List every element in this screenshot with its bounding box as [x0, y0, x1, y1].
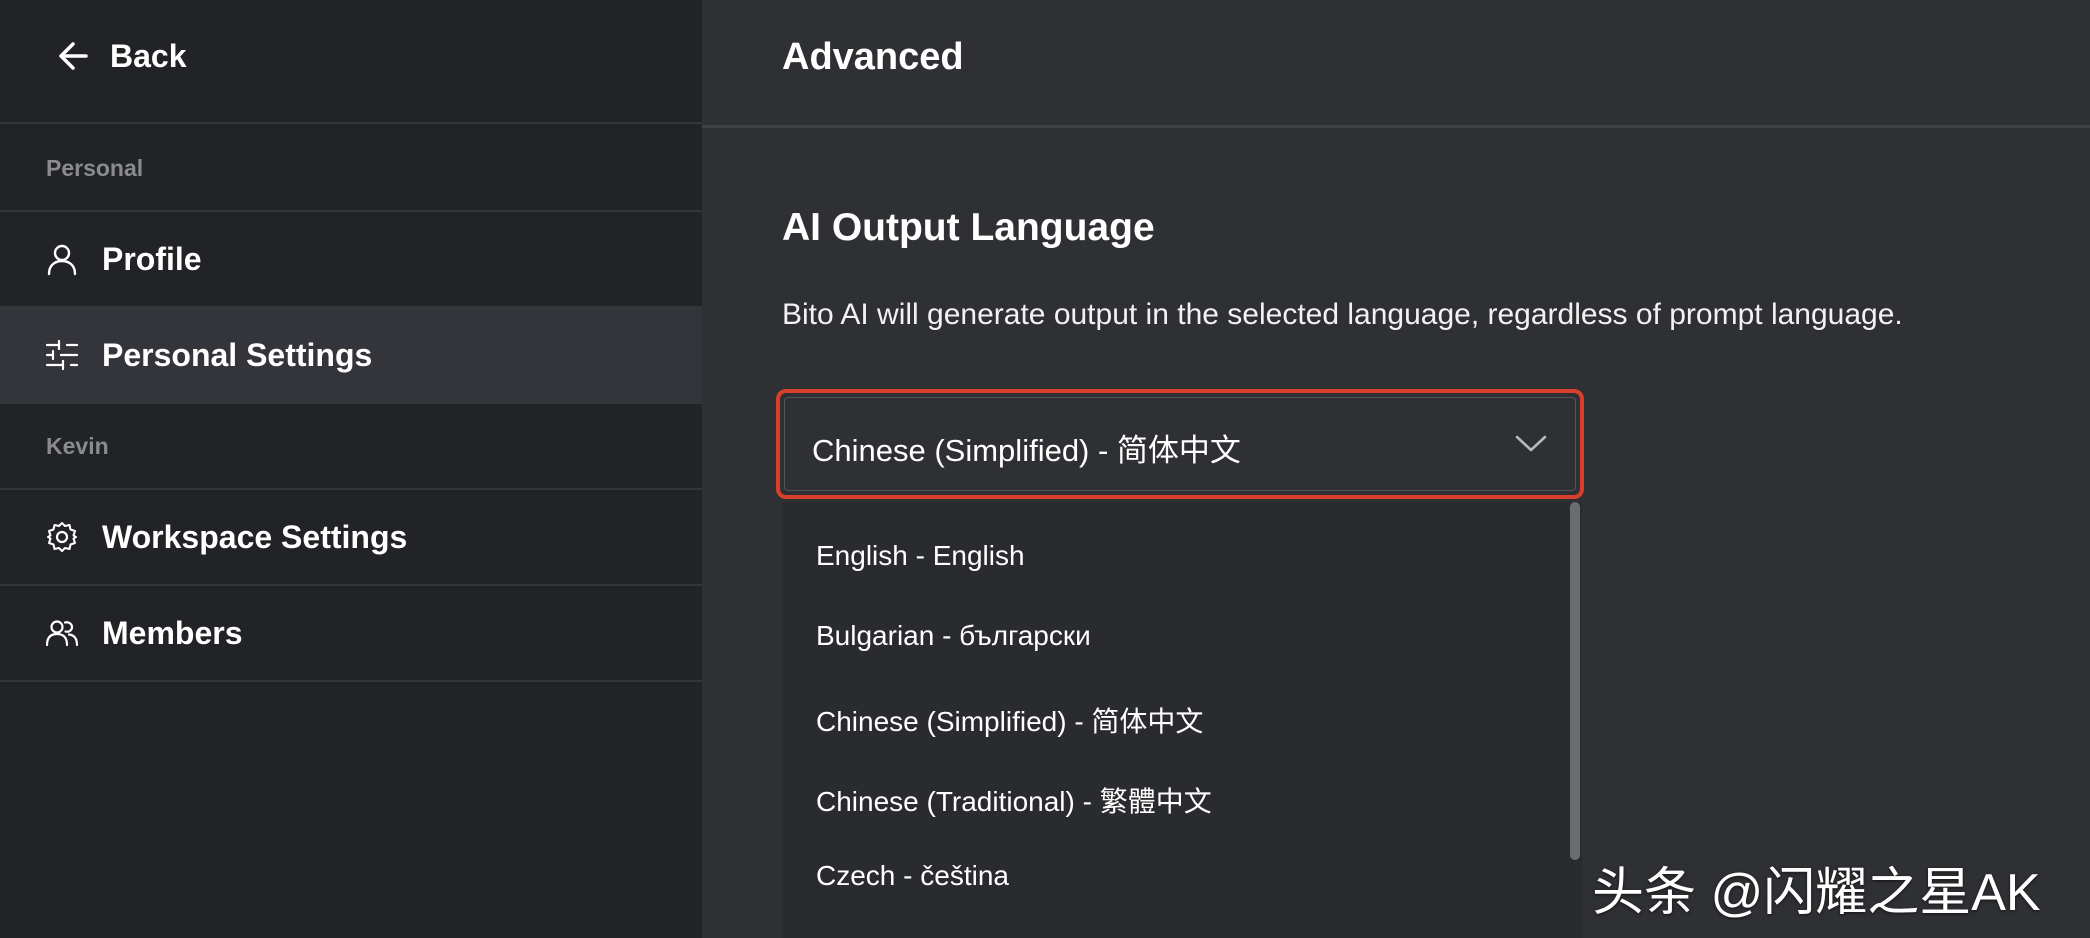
sidebar-item-workspace-settings[interactable]: Workspace Settings	[0, 490, 702, 584]
arrow-left-icon	[56, 38, 92, 74]
back-row: Back	[0, 0, 702, 124]
user-icon	[44, 241, 80, 277]
selected-language: Chinese (Simplified) - 简体中文	[812, 433, 1241, 468]
gear-icon	[44, 519, 80, 555]
language-option[interactable]: Bulgarian - български	[816, 620, 1091, 652]
section-description: Bito AI will generate output in the sele…	[782, 298, 1903, 331]
sidebar-item-label: Workspace Settings	[102, 518, 408, 555]
section-label-personal: Personal	[46, 155, 144, 181]
watermark: 头条 @闪耀之星AK	[1592, 864, 2041, 922]
users-icon	[44, 615, 80, 651]
language-option[interactable]: Chinese (Simplified) - 简体中文	[816, 700, 1203, 740]
sliders-icon	[44, 337, 80, 373]
settings-app: Back Personal Profile Personal Settings …	[0, 0, 2090, 938]
dropdown-scrollbar[interactable]	[1568, 502, 1582, 938]
section-title: AI Output Language	[782, 206, 1155, 249]
back-label: Back	[110, 37, 187, 74]
back-button[interactable]: Back	[56, 28, 187, 84]
language-option[interactable]: Czech - čeština	[816, 860, 1009, 892]
language-option[interactable]: Chinese (Traditional) - 繁體中文	[816, 780, 1212, 820]
language-option[interactable]: English - English	[816, 540, 1025, 572]
chevron-down-icon	[1514, 431, 1548, 460]
scrollbar-thumb[interactable]	[1570, 502, 1580, 860]
sidebar-item-members[interactable]: Members	[0, 586, 702, 680]
sidebar: Back Personal Profile Personal Settings …	[0, 0, 702, 938]
sidebar-item-label: Personal Settings	[102, 336, 373, 373]
sidebar-item-label: Members	[102, 614, 243, 651]
divider	[0, 680, 702, 682]
sidebar-item-personal-settings[interactable]: Personal Settings	[0, 306, 702, 404]
page-title: Advanced	[782, 36, 964, 78]
page-header: Advanced	[702, 0, 2090, 128]
section-label-kevin: Kevin	[46, 433, 109, 459]
sidebar-item-profile[interactable]: Profile	[0, 212, 702, 306]
main-content: Advanced AI Output Language Bito AI will…	[702, 0, 2090, 938]
sidebar-item-label: Profile	[102, 240, 202, 277]
language-dropdown[interactable]: English - English Bulgarian - български …	[782, 502, 1582, 938]
language-select[interactable]: Chinese (Simplified) - 简体中文	[776, 389, 1584, 499]
